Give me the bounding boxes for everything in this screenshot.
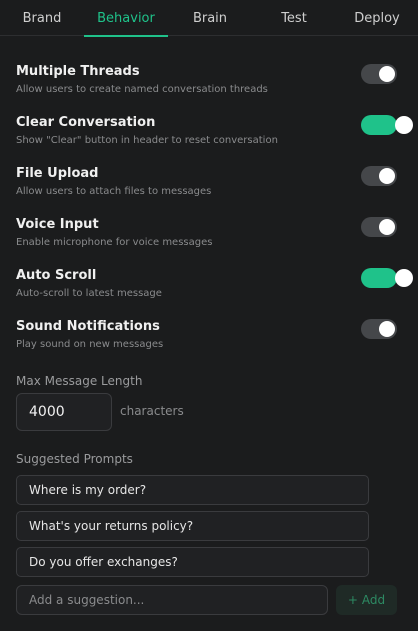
- plus-icon: +: [347, 593, 358, 607]
- setting-description: Allow users to create named conversation…: [16, 84, 268, 95]
- toggle-knob: [379, 321, 395, 337]
- toggle-knob: [379, 168, 395, 184]
- suggested-prompt-item[interactable]: Where is my order?: [16, 475, 369, 505]
- setting-sound-notifications: Sound Notifications Play sound on new me…: [16, 319, 402, 353]
- setting-label: Multiple Threads: [16, 64, 140, 79]
- setting-description: Allow users to attach files to messages: [16, 186, 212, 197]
- clear-conversation-toggle[interactable]: [361, 115, 413, 135]
- tab-label: Brand: [22, 10, 62, 26]
- tab-label: Test: [281, 10, 307, 26]
- setting-label: File Upload: [16, 166, 99, 181]
- add-button-label: Add: [361, 593, 386, 607]
- multiple-threads-toggle[interactable]: [361, 64, 397, 84]
- setting-clear-conversation: Clear Conversation Show "Clear" button i…: [16, 115, 413, 149]
- toggle-knob: [395, 116, 413, 134]
- tab-label: Deploy: [354, 10, 400, 26]
- setting-voice-input: Voice Input Enable microphone for voice …: [16, 217, 402, 251]
- sound-notifications-toggle[interactable]: [361, 319, 397, 339]
- suggested-prompt-item[interactable]: Do you offer exchanges?: [16, 547, 369, 577]
- setting-description: Play sound on new messages: [16, 339, 164, 350]
- setting-multiple-threads: Multiple Threads Allow users to create n…: [16, 64, 402, 98]
- tab-label: Brain: [192, 10, 228, 26]
- tab-test[interactable]: Test: [252, 0, 336, 36]
- auto-scroll-toggle[interactable]: [361, 268, 413, 288]
- setting-auto-scroll: Auto Scroll Auto-scroll to latest messag…: [16, 268, 413, 302]
- prompt-text: Where is my order?: [29, 483, 147, 497]
- setting-label: Clear Conversation: [16, 115, 156, 130]
- add-suggestion-input[interactable]: [16, 585, 328, 615]
- setting-description: Show "Clear" button in header to reset c…: [16, 135, 278, 146]
- setting-description: Auto-scroll to latest message: [16, 288, 162, 299]
- tab-bar: Brand Behavior Brain Test Deploy: [0, 0, 418, 37]
- voice-input-toggle[interactable]: [361, 217, 397, 237]
- prompt-text: Do you offer exchanges?: [29, 555, 178, 569]
- tab-brain[interactable]: Brain: [168, 0, 252, 36]
- toggle-knob: [379, 219, 395, 235]
- tab-deploy[interactable]: Deploy: [336, 0, 418, 36]
- suggested-prompts-label: Suggested Prompts: [16, 452, 133, 466]
- max-length-input[interactable]: [16, 393, 112, 431]
- add-suggestion-button[interactable]: + Add: [336, 585, 397, 615]
- file-upload-toggle[interactable]: [361, 166, 397, 186]
- toggle-knob: [395, 269, 413, 287]
- max-length-label: Max Message Length: [16, 374, 143, 388]
- tab-label: Behavior: [97, 10, 155, 26]
- toggle-knob: [379, 66, 395, 82]
- setting-label: Auto Scroll: [16, 268, 97, 283]
- max-length-unit: characters: [120, 404, 184, 418]
- setting-description: Enable microphone for voice messages: [16, 237, 213, 248]
- setting-label: Voice Input: [16, 217, 99, 232]
- tab-behavior[interactable]: Behavior: [84, 0, 168, 37]
- tab-brand[interactable]: Brand: [0, 0, 84, 36]
- setting-label: Sound Notifications: [16, 319, 160, 334]
- prompt-text: What's your returns policy?: [29, 519, 194, 533]
- setting-file-upload: File Upload Allow users to attach files …: [16, 166, 402, 200]
- suggested-prompt-item[interactable]: What's your returns policy?: [16, 511, 369, 541]
